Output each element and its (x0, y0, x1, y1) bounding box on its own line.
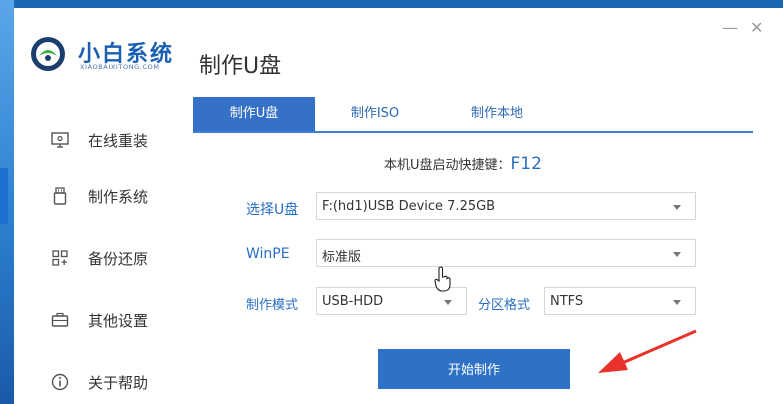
start-button[interactable]: 开始制作 (378, 349, 570, 389)
desktop-highlight (0, 168, 8, 224)
minimize-button[interactable]: — (722, 18, 738, 37)
tab-bar: 制作U盘 制作ISO 制作本地 (193, 97, 753, 133)
hotkey-info: 本机U盘启动快捷键：F12 (384, 154, 542, 174)
sidebar-item-label: 其他设置 (88, 312, 149, 330)
usb-select[interactable]: F:(hd1)USB Device 7.25GB (316, 192, 696, 220)
hotkey-label: 本机U盘启动快捷键： (384, 158, 511, 173)
sidebar-item-label: 关于帮助 (88, 374, 149, 392)
tab-make-usb[interactable]: 制作U盘 (193, 97, 315, 131)
partition-select[interactable]: NTFS (544, 287, 696, 315)
sidebar-item-other-settings[interactable]: 其他设置 (14, 300, 178, 340)
sidebar: 小白系统 XIAOBAIXITONG.COM 在线重装 制作系统 备份还原 其他… (14, 8, 178, 404)
chevron-down-icon (673, 252, 681, 257)
desktop-background (0, 0, 14, 404)
app-window: 小白系统 XIAOBAIXITONG.COM 在线重装 制作系统 备份还原 其他… (14, 8, 783, 404)
chevron-down-icon (673, 300, 681, 305)
grid-icon (52, 250, 68, 266)
page-title: 制作U盘 (199, 54, 282, 79)
winpe-select-value: 标准版 (322, 250, 362, 265)
monitor-icon (51, 132, 69, 148)
chevron-down-icon (673, 205, 681, 210)
partition-select-label: 分区格式 (478, 298, 531, 313)
info-icon (51, 373, 69, 391)
sidebar-item-about-help[interactable]: 关于帮助 (14, 362, 178, 402)
usb-select-label: 选择U盘 (246, 202, 299, 218)
sidebar-item-online-reinstall[interactable]: 在线重装 (14, 120, 178, 160)
app-subtitle: XIAOBAIXITONG.COM (80, 63, 160, 71)
sidebar-item-label: 备份还原 (88, 250, 149, 268)
sidebar-item-label: 制作系统 (88, 188, 149, 206)
mode-select-value: USB-HDD (322, 294, 384, 309)
usb-select-value: F:(hd1)USB Device 7.25GB (322, 199, 496, 214)
red-arrow-icon (598, 329, 697, 373)
close-button[interactable]: ✕ (750, 18, 763, 37)
winpe-select-label: WinPE (246, 246, 290, 262)
chevron-down-icon (444, 300, 452, 305)
tab-make-local[interactable]: 制作本地 (435, 97, 559, 131)
usb-icon (53, 187, 67, 205)
hotkey-value: F12 (510, 154, 542, 174)
sidebar-item-backup-restore[interactable]: 备份还原 (14, 238, 178, 278)
partition-select-value: NTFS (550, 294, 584, 309)
logo-icon (31, 37, 65, 71)
sidebar-item-make-system[interactable]: 制作系统 (14, 176, 178, 216)
tab-make-iso[interactable]: 制作ISO (315, 97, 435, 131)
briefcase-icon (51, 312, 69, 327)
mode-select-label: 制作模式 (246, 298, 299, 313)
winpe-select[interactable]: 标准版 (316, 239, 696, 267)
sidebar-item-label: 在线重装 (88, 132, 149, 150)
hand-cursor-icon (434, 266, 451, 292)
